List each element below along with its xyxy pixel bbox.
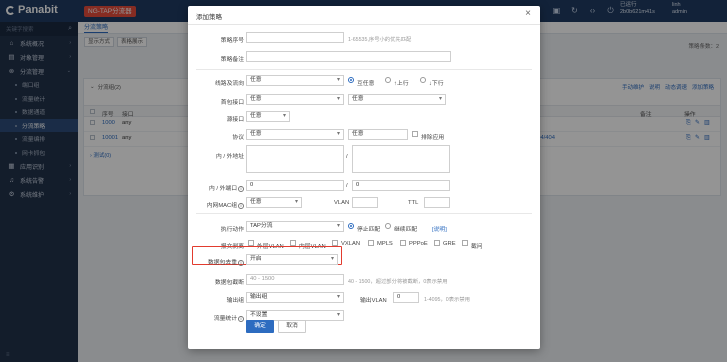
outer-addr-input[interactable] (352, 145, 450, 173)
strip-option: GRE (443, 241, 456, 247)
vlan-input[interactable] (352, 197, 378, 208)
first-iface-select[interactable]: 任意 (246, 94, 344, 105)
dir-up-radio[interactable] (385, 77, 391, 83)
ttl-label: TTL (408, 200, 419, 206)
info-icon[interactable]: i (238, 316, 244, 322)
line-label: 线路及流向 (215, 81, 244, 87)
proto-exclude-label: 排除应用 (421, 135, 445, 141)
out-vlan-input[interactable]: 0 (393, 292, 419, 303)
strip-pppoe-checkbox[interactable] (400, 240, 406, 246)
note-label: 策略备注 (220, 57, 244, 63)
strip-mpls-checkbox[interactable] (368, 240, 374, 246)
match-help-link[interactable]: [说明] (432, 224, 447, 233)
proto-select[interactable]: 任意 (246, 129, 344, 140)
slash-separator: / (346, 154, 348, 160)
dialog-title: 添加策略 (196, 14, 222, 21)
confirm-button[interactable]: 确定 (246, 320, 274, 333)
out-label: 输出组 (226, 298, 244, 304)
first-iface-select-2[interactable]: 任意 (348, 94, 446, 105)
dedup-label: 数据包去重 i (188, 257, 244, 266)
dedup-select[interactable]: 开启 (246, 254, 338, 265)
proto-input[interactable]: 任意 (348, 129, 408, 140)
action-select[interactable]: TAP分流 (246, 221, 344, 232)
out-vlan-label: 输出VLAN (360, 298, 387, 304)
strip-option: 截问 (471, 244, 483, 250)
info-icon[interactable]: i (238, 260, 244, 266)
proto-exclude-checkbox[interactable] (412, 131, 418, 137)
dir-any-radio[interactable] (348, 77, 354, 83)
strip-truncate-checkbox[interactable] (462, 240, 468, 246)
strip-option: VXLAN (341, 241, 361, 247)
stat-label-text: 流量统计 (213, 316, 237, 322)
info-icon[interactable]: i (238, 203, 244, 209)
match-continue-radio[interactable] (385, 223, 391, 229)
trunc-label: 数据包截断 (215, 280, 244, 286)
inner-addr-input[interactable] (246, 145, 344, 173)
trunc-hint: 40 - 1500，超过部分将被截断，0表示禁用 (348, 279, 448, 285)
dir-down-radio[interactable] (420, 77, 426, 83)
port-label: 内 / 外端口 i (188, 183, 244, 192)
mac-label: 内网MAC组 i (188, 200, 244, 209)
stat-label: 流量统计 i (188, 313, 244, 322)
slash-separator: / (346, 183, 348, 189)
strip-gre-checkbox[interactable] (434, 240, 440, 246)
divider (196, 69, 532, 70)
match-stop-label: 停止匹配 (357, 227, 381, 233)
line-select[interactable]: 任意 (246, 75, 344, 86)
inout-addr-label: 内 / 外地址 (215, 154, 244, 160)
seq-input[interactable] (246, 32, 344, 43)
divider (188, 24, 540, 25)
inner-port-input[interactable]: 0 (246, 180, 344, 191)
trunc-input[interactable]: 40 - 1500 (246, 274, 344, 285)
note-input[interactable] (246, 51, 451, 62)
dir-down-label: ↓下行 (429, 81, 444, 87)
vlan-label: VLAN (334, 200, 350, 206)
outer-port-input[interactable]: 0 (352, 180, 450, 191)
seq-hint: 1-65535,序号小的优先匹配 (348, 37, 412, 43)
add-policy-dialog: 添加策略 × 策略序号 1-65535,序号小的优先匹配 策略备注 线路及流向 … (188, 6, 540, 349)
match-stop-radio[interactable] (348, 223, 354, 229)
divider (196, 213, 532, 214)
src-iface-label: 源接口 (226, 117, 244, 123)
mac-label-text: 内网MAC组 (206, 203, 237, 209)
out-select[interactable]: 输出组 (246, 292, 344, 303)
info-icon[interactable]: i (238, 186, 244, 192)
out-vlan-hint: 1-4095，0表示禁用 (424, 297, 470, 303)
dir-any-label: 互任意 (357, 81, 375, 87)
dedup-label-text: 数据包去重 (208, 260, 237, 266)
ttl-input[interactable] (424, 197, 450, 208)
first-iface-label: 首包接口 (220, 100, 244, 106)
strip-option: PPPoE (409, 241, 428, 247)
dir-up-label: ↑上行 (394, 81, 409, 87)
proto-label: 协议 (232, 135, 244, 141)
close-icon[interactable]: × (525, 9, 531, 19)
action-label: 执行动作 (220, 227, 244, 233)
cancel-button[interactable]: 取消 (278, 320, 306, 333)
match-continue-label: 继续匹配 (394, 227, 418, 233)
src-iface-select[interactable]: 任意 (246, 111, 290, 122)
mac-select[interactable]: 任意 (246, 197, 302, 208)
strip-option: MPLS (377, 241, 393, 247)
seq-label: 策略序号 (220, 38, 244, 44)
port-label-text: 内 / 外端口 (208, 186, 237, 192)
